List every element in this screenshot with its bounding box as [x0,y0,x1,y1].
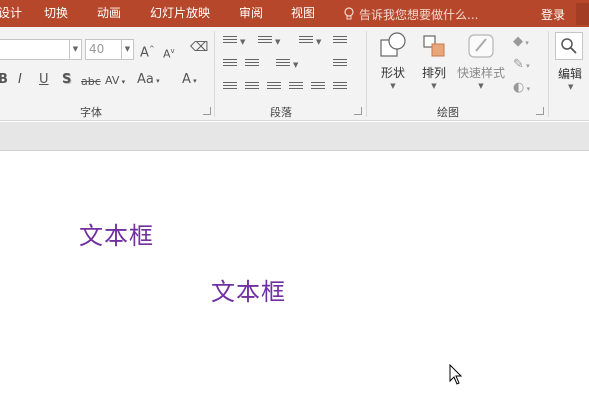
strikethrough-button[interactable]: abc [81,74,101,90]
font-color-glyph: A [182,72,191,87]
align-center-icon[interactable] [245,82,259,94]
editing-button-label[interactable]: 编辑 [558,66,582,82]
chevron-down-icon[interactable]: ▼ [316,38,321,46]
decrease-font-button[interactable]: Av [163,43,175,63]
italic-button[interactable]: I [18,72,22,88]
tell-me-search[interactable]: 告诉我您想要做什么... [343,6,478,23]
numbering-icon[interactable] [258,36,272,48]
chevron-down-icon[interactable]: ▼ [293,61,298,69]
arrange-label: 排列 [421,66,446,80]
tab-design[interactable]: 设计 [0,6,22,21]
increase-font-button[interactable]: A^ [140,41,155,61]
char-spacing-button[interactable]: AV ▾ [105,73,125,90]
ribbon-tab-bar: 设计 切换 动画 幻灯片放映 审阅 视图 告诉我您想要做什么... 登录 [0,0,589,27]
align-left-icon[interactable] [223,82,237,94]
paragraph-dialog-launcher-icon[interactable] [354,107,362,115]
text-box-1[interactable]: 文本框 [79,216,154,251]
font-size-input[interactable]: 40 ▼ [85,39,134,60]
shape-fill-icon[interactable]: ◆ ▾ [513,34,529,51]
group-divider [548,31,549,117]
drawing-group-label: 绘图 [437,106,459,119]
tab-animations[interactable]: 动画 [97,6,121,21]
align-right-icon[interactable] [267,82,281,94]
distributed-icon[interactable] [311,82,325,94]
tab-slideshow[interactable]: 幻灯片放映 [150,6,210,21]
login-button[interactable]: 登录 [541,6,565,23]
decrease-indent-icon[interactable] [223,59,237,71]
font-group-label: 字体 [80,106,102,119]
tab-review[interactable]: 审阅 [239,6,263,21]
justify-icon[interactable] [289,82,303,94]
chevron-down-icon: ▼ [478,82,484,90]
columns-icon[interactable] [276,59,290,71]
tab-transitions[interactable]: 切换 [44,6,68,21]
shapes-label: 形状 [380,66,405,80]
paragraph-group-label: 段落 [270,106,292,119]
chevron-down-icon[interactable]: ▼ [69,40,81,59]
increase-indent-icon[interactable] [245,59,259,71]
shapes-icon [380,32,406,57]
group-divider [214,31,215,117]
increase-font-glyph: A [140,45,149,61]
smartart-icon[interactable] [333,82,347,94]
user-icon[interactable] [576,3,589,25]
shape-outline-icon[interactable]: ✎ ▾ [513,57,530,74]
font-name-input[interactable]: ▼ [0,39,82,60]
chevron-down-icon: ▼ [390,82,396,90]
decrease-font-glyph: A [163,47,171,61]
font-color-button[interactable]: A ▾ [182,72,197,89]
find-button[interactable] [555,32,583,60]
arrange-button[interactable]: 排列 ▼ [416,31,452,90]
shapes-button[interactable]: 形状 ▼ [373,31,413,90]
chevron-down-icon[interactable]: ▼ [568,83,573,91]
clear-formatting-icon[interactable]: ⌫ [190,40,208,56]
font-size-value: 40 [89,42,105,56]
quick-styles-button[interactable]: 快速样式 ▼ [455,31,507,90]
group-divider [366,31,367,117]
chevron-down-icon[interactable]: ▼ [275,38,280,46]
chevron-down-icon[interactable]: ▼ [121,40,133,59]
font-dialog-launcher-icon[interactable] [203,107,211,115]
ruler-strip [0,122,589,151]
drawing-dialog-launcher-icon[interactable] [536,107,544,115]
align-text-icon[interactable] [333,59,347,71]
quick-styles-label: 快速样式 [456,66,505,80]
slide-canvas[interactable]: 文本框 文本框 [0,152,589,403]
shadow-button[interactable]: S [62,72,71,88]
chevron-down-icon[interactable]: ▼ [240,38,245,46]
text-box-2[interactable]: 文本框 [211,272,286,307]
change-case-glyph: Aa [137,72,154,87]
change-case-button[interactable]: Aa ▾ [137,72,160,89]
search-icon [561,38,577,54]
tell-me-placeholder: 告诉我您想要做什么... [359,8,479,22]
mouse-cursor-icon [449,364,463,385]
chevron-down-icon: ▼ [431,82,437,90]
char-spacing-glyph: AV [105,74,120,87]
line-spacing-icon[interactable] [299,36,313,48]
text-direction-icon[interactable] [333,36,347,48]
underline-button[interactable]: U [39,72,49,88]
shape-effects-icon[interactable]: ◐ ▾ [513,80,530,97]
quick-styles-icon [468,34,494,58]
bullets-icon[interactable] [223,36,237,48]
arrange-icon [423,35,445,57]
tab-view[interactable]: 视图 [291,6,315,21]
ribbon: ▼ 40 ▼ A^ Av ⌫ B I U S abc AV ▾ Aa ▾ A ▾… [0,27,589,121]
bold-button[interactable]: B [0,72,8,88]
lightbulb-icon [344,7,354,20]
